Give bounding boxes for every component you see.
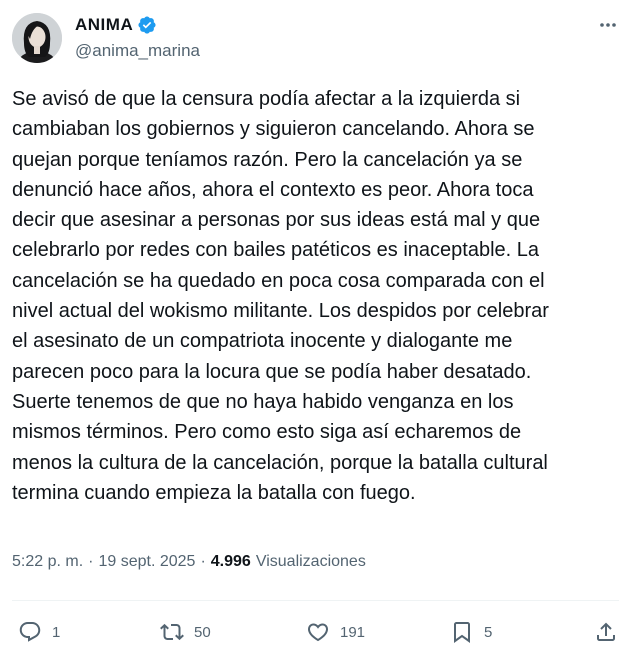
like-count: 191: [340, 623, 366, 641]
reply-icon: [19, 622, 41, 642]
reply-button[interactable]: 1: [18, 617, 60, 647]
bookmark-icon: [454, 622, 470, 643]
more-horizontal-icon[interactable]: [597, 14, 619, 36]
tweet-date[interactable]: 19 sept. 2025: [98, 553, 195, 571]
meta-separator: ·: [88, 553, 94, 570]
views-count: 4.996: [210, 553, 251, 570]
tweet-time[interactable]: 5:22 p. m.: [12, 553, 83, 571]
tweet: ANIMA @anima_marina Se avisó de que la c…: [0, 0, 631, 666]
bookmark-button[interactable]: 5: [450, 617, 492, 647]
heart-icon: [307, 623, 329, 642]
repost-icon: [160, 623, 184, 641]
reply-count: 1: [52, 623, 61, 641]
like-button[interactable]: 191: [306, 617, 365, 647]
share-button[interactable]: [594, 617, 618, 647]
verified-badge-icon: [138, 16, 156, 34]
avatar-image: [12, 13, 62, 63]
display-name[interactable]: ANIMA: [75, 15, 157, 35]
avatar[interactable]: [12, 13, 62, 63]
repost-count: 50: [194, 623, 211, 641]
user-handle[interactable]: @anima_marina: [75, 41, 200, 61]
share-icon: [597, 622, 615, 641]
repost-button[interactable]: 50: [160, 617, 211, 647]
divider: [12, 600, 619, 601]
bookmark-count: 5: [484, 623, 493, 641]
views-label: Visualizaciones: [255, 553, 366, 570]
display-name-text: ANIMA: [75, 15, 134, 34]
tweet-meta: 5:22 p. m. · 19 sept. 2025 · 4.996 Visua…: [12, 553, 366, 571]
meta-separator: ·: [200, 553, 206, 570]
tweet-text: Se avisó de que la censura podía afectar…: [12, 88, 549, 504]
